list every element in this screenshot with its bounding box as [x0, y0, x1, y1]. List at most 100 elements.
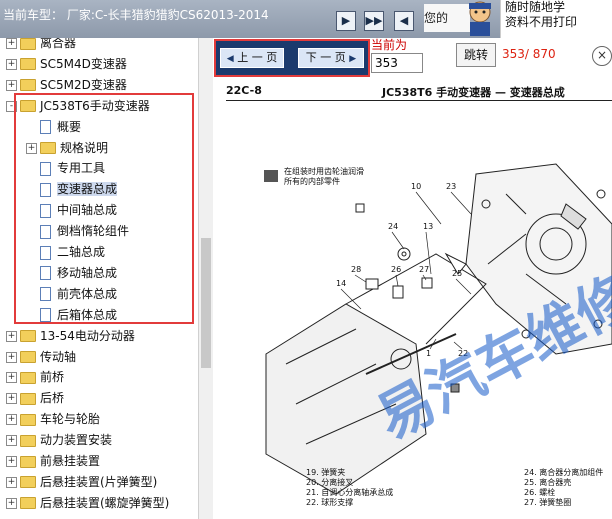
legend-entry: 25. 离合器壳 [524, 478, 572, 487]
legend-entry: 22. 球形支撑 [306, 498, 354, 507]
tree-item-label: 前桥 [40, 370, 65, 385]
tree-item[interactable]: +13-54电动分动器 [6, 326, 135, 346]
legend-column-right: 24. 离合器分离加组件 25. 离合器壳 26. 螺栓 27. 弹簧垫圈 [524, 468, 603, 508]
tree-item-label: 离合器 [40, 38, 77, 50]
next-chapter-button[interactable]: ▶▶ [364, 11, 384, 31]
expand-icon[interactable]: + [6, 435, 17, 447]
tree-item[interactable]: + 离合器 [6, 38, 76, 53]
note-text: 所有的内部零件 [284, 176, 340, 186]
expand-icon[interactable]: + [6, 351, 17, 363]
mascot-icon [469, 1, 491, 36]
expand-icon[interactable]: + [6, 414, 17, 426]
tree-item[interactable]: + 前悬挂装置 [6, 451, 100, 471]
folder-icon [20, 497, 36, 510]
legend-column-left: 19. 弹簧夹 20. 分离接叉 21. 自调心分离轴承总成 22. 球形支撑 [306, 468, 393, 508]
callout-label: 13 [423, 222, 433, 231]
folder-icon [20, 38, 36, 50]
callout-label: 10 [411, 182, 421, 191]
arrow-left-icon: ◀ [226, 54, 234, 64]
current-car-model: 当前车型： 厂家:C-长丰猎豹猎豹CS62013-2014 [3, 8, 269, 22]
parts-legend: 19. 弹簧夹 20. 分离接叉 21. 自调心分离轴承总成 22. 球形支撑 24.… [288, 468, 612, 518]
folder-icon [20, 455, 36, 468]
callout-label: 28 [351, 265, 361, 274]
tree-item[interactable]: + SC5M4D变速器 [6, 54, 127, 74]
callout-label: 25 [452, 269, 462, 278]
tree-item[interactable]: + 车轮与轮胎 [6, 409, 100, 429]
tree-item-label: 后悬挂装置(螺旋弹簧型) [40, 495, 170, 510]
expand-icon[interactable]: + [6, 476, 17, 488]
back-icon: ◀ [399, 14, 409, 27]
tree-scrollbar[interactable] [198, 38, 214, 519]
tree-item-label: 后悬挂装置(片弹簧型) [40, 474, 158, 489]
expand-icon[interactable]: + [6, 497, 17, 509]
arrow-right-icon: ▶ [349, 54, 357, 64]
next-page-label: 下 一 页 [305, 51, 346, 64]
legend-entry: 20. 分离接叉 [306, 478, 354, 487]
folder-icon [20, 434, 36, 447]
close-icon[interactable]: × [592, 46, 612, 66]
legend-entry: 19. 弹簧夹 [306, 468, 346, 477]
expand-icon[interactable]: + [6, 79, 17, 91]
tree-item-label: 动力装置安装 [40, 433, 113, 448]
folder-icon [20, 371, 36, 384]
callout-label: 24 [388, 222, 398, 231]
folder-icon [20, 476, 36, 489]
tree-item-label: 前悬挂装置 [40, 454, 101, 468]
prev-page-label: 上 一 页 [237, 51, 278, 64]
folder-icon [20, 413, 36, 426]
ad-line: 资料不用打印 [505, 15, 578, 29]
current-page-label: 当前为 [371, 38, 408, 52]
tree-item[interactable]: + 传动轴 [6, 347, 76, 367]
assembly-note: 在组装时用齿轮油润滑 所有的内部零件 [264, 166, 364, 186]
tree-item[interactable]: + 前桥 [6, 367, 64, 387]
callout-label: 27 [419, 265, 429, 274]
legend-entry: 21. 自调心分离轴承总成 [306, 488, 394, 497]
next-page-button[interactable]: 下 一 页 ▶ [298, 48, 364, 68]
prev-page-button[interactable]: ◀ 上 一 页 [220, 48, 284, 68]
folder-icon [20, 79, 36, 92]
folder-icon [20, 351, 36, 363]
folder-icon [20, 392, 36, 405]
tree-item-label: 传动轴 [40, 349, 77, 364]
expand-icon[interactable]: + [6, 58, 17, 70]
ad-banner[interactable]: 随时随地学 资料不用打印 [500, 0, 612, 38]
tree-item[interactable]: + 后悬挂装置(螺旋弹簧型) [6, 493, 169, 513]
tree-item-label: 车轮与轮胎 [40, 412, 101, 427]
ad-line: 随时随地学 [505, 0, 566, 14]
play-icon: ▶ [341, 14, 351, 27]
section-number: 22C-8 [226, 84, 262, 97]
expand-icon[interactable]: + [6, 372, 17, 384]
folder-icon [20, 330, 36, 343]
legend-entry: 27. 弹簧垫圈 [524, 498, 572, 507]
callout-label: 26 [391, 265, 401, 274]
page-navigation: ◀ 上 一 页 下 一 页 ▶ [214, 39, 370, 77]
tree-item-label: SC5M4D变速器 [40, 56, 127, 71]
page-count: 353/ 870 [502, 47, 556, 61]
prev-button[interactable]: ◀ [394, 11, 414, 31]
expand-icon[interactable]: + [6, 393, 17, 405]
tree-item[interactable]: + 动力装置安装 [6, 430, 112, 450]
callout-label: 23 [446, 182, 456, 191]
page-number-input[interactable] [371, 53, 423, 73]
tree-item[interactable]: + 后桥 [6, 388, 64, 408]
tree-item-label: SC5M2D变速器 [40, 77, 127, 92]
scrollbar-thumb[interactable] [201, 238, 211, 368]
skip-icon: ▶▶ [365, 14, 383, 27]
tree-item-label: 13-54电动分动器 [40, 328, 135, 343]
note-text: 在组装时用齿轮油润滑 [284, 166, 364, 176]
document-title: JC538T6 手动变速器 — 变速器总成 [382, 86, 565, 99]
top-bar: 当前车型： 厂家:C-长丰猎豹猎豹CS62013-2014 ▶ ▶▶ ◀ 您的 … [0, 0, 612, 38]
expand-icon[interactable]: + [6, 456, 17, 467]
callout-label: 14 [336, 279, 346, 288]
highlight-box-tree [14, 93, 194, 324]
expand-icon[interactable]: + [6, 38, 17, 49]
tree-item[interactable]: + SC5M2D变速器 [6, 75, 127, 95]
folder-icon [20, 58, 36, 71]
jump-button[interactable]: 跳转 [456, 43, 496, 67]
first-page-button[interactable]: ▶ [336, 11, 356, 31]
legend-entry: 26. 螺栓 [524, 488, 556, 497]
document-header: 22C-8 JC538T6 手动变速器 — 变速器总成 [226, 84, 612, 101]
tree-item-label: 后桥 [40, 391, 65, 406]
tree-item[interactable]: + 后悬挂装置(片弹簧型) [6, 472, 157, 492]
expand-icon[interactable]: + [6, 330, 17, 342]
